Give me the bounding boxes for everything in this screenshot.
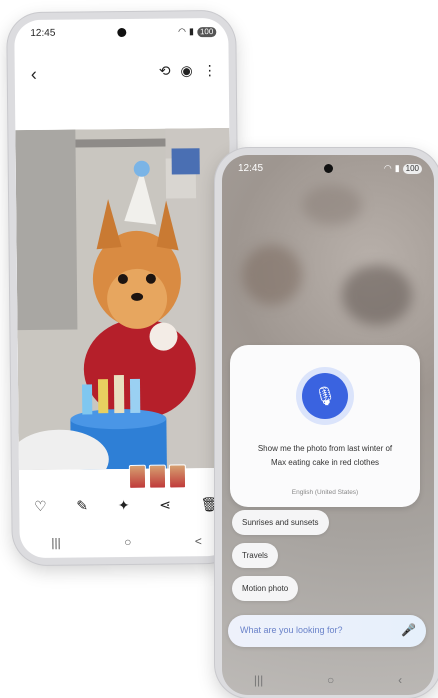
thumbnail[interactable] bbox=[128, 464, 147, 489]
more-vert-icon[interactable]: ⋮ bbox=[203, 62, 217, 79]
phone-gallery: 12:45 ◠ ▮ 100 ‹ ⟲ ◉ ⋮ ♡ ✎ ✦ ⋖ 🗑 ||| ○ < bbox=[7, 10, 241, 566]
microphone-icon[interactable]: 🎙 bbox=[302, 373, 348, 419]
pencil-icon[interactable]: ✎ bbox=[76, 497, 88, 521]
query-line-2: Max eating cake in red clothes bbox=[270, 458, 380, 467]
gallery-screen: 12:45 ◠ ▮ 100 ‹ ⟲ ◉ ⋮ ♡ ✎ ✦ ⋖ 🗑 ||| ○ < bbox=[14, 17, 234, 559]
back-button[interactable]: < bbox=[195, 534, 202, 548]
sparkle-edit-icon[interactable]: ✦ bbox=[118, 497, 130, 521]
chevron-left-icon[interactable]: ‹ bbox=[31, 64, 37, 85]
heart-icon[interactable]: ♡ bbox=[34, 498, 47, 522]
remaster-icon[interactable]: ⟲ bbox=[159, 63, 171, 80]
viewer-toolbar: ‹ ⟲ ◉ ⋮ bbox=[15, 58, 229, 90]
suggestion-chip[interactable]: Travels bbox=[232, 543, 278, 568]
dog-photo[interactable] bbox=[15, 127, 233, 471]
back-button[interactable]: ‹ bbox=[398, 673, 402, 687]
phone-search: 12:45 ◠ ▮ 100 🎙 Show me the photo from l… bbox=[215, 148, 438, 698]
thumbnail[interactable] bbox=[168, 464, 187, 489]
battery-indicator: 100 bbox=[402, 163, 422, 174]
status-icons: ◠ ▮ 100 bbox=[178, 26, 217, 37]
query-line-1: Show me the photo from last winter of bbox=[257, 444, 393, 453]
signal-icon: ▮ bbox=[188, 26, 195, 37]
battery-indicator: 100 bbox=[196, 26, 217, 37]
suggestion-chip[interactable]: Motion photo bbox=[232, 576, 299, 601]
search-bar[interactable]: What are you looking for? 🎤 bbox=[228, 615, 426, 647]
nav-bar: ||| ○ < bbox=[20, 534, 234, 550]
thumbnail[interactable] bbox=[148, 464, 167, 489]
camera-hole bbox=[324, 164, 333, 173]
search-screen: 12:45 ◠ ▮ 100 🎙 Show me the photo from l… bbox=[222, 155, 434, 695]
home-button[interactable]: ○ bbox=[327, 673, 334, 687]
blur-shape bbox=[342, 265, 412, 325]
nav-bar: ||| ○ ‹ bbox=[222, 673, 434, 687]
recents-button[interactable]: ||| bbox=[51, 536, 61, 550]
wifi-icon: ◠ bbox=[383, 163, 392, 173]
recents-button[interactable]: ||| bbox=[254, 673, 263, 687]
wifi-icon: ◠ bbox=[178, 26, 187, 37]
status-time: 12:45 bbox=[30, 27, 56, 39]
signal-icon: ▮ bbox=[394, 163, 400, 173]
status-bar: 12:45 ◠ ▮ 100 bbox=[222, 155, 434, 181]
voice-query: Show me the photo from last winter of Ma… bbox=[242, 442, 408, 470]
status-time: 12:45 bbox=[238, 163, 264, 174]
language-label: English (United States) bbox=[291, 489, 359, 496]
status-icons: ◠ ▮ 100 bbox=[384, 163, 422, 174]
share-icon[interactable]: ⋖ bbox=[159, 497, 171, 521]
suggestion-chip[interactable]: Sunrises and sunsets bbox=[232, 510, 329, 535]
eye-icon[interactable]: ◉ bbox=[180, 62, 192, 79]
camera-hole bbox=[117, 27, 127, 38]
status-bar: 12:45 ◠ ▮ 100 bbox=[14, 18, 228, 46]
home-button[interactable]: ○ bbox=[124, 535, 131, 549]
viewer-actions: ♡ ✎ ✦ ⋖ 🗑 bbox=[19, 496, 233, 522]
thumbnail-strip[interactable] bbox=[128, 464, 187, 489]
microphone-icon[interactable]: 🎤 bbox=[401, 623, 416, 637]
voice-search-card: 🎙 Show me the photo from last winter of … bbox=[230, 345, 420, 507]
blur-shape bbox=[242, 245, 302, 305]
search-placeholder: What are you looking for? bbox=[240, 625, 343, 635]
blur-shape bbox=[302, 185, 362, 225]
